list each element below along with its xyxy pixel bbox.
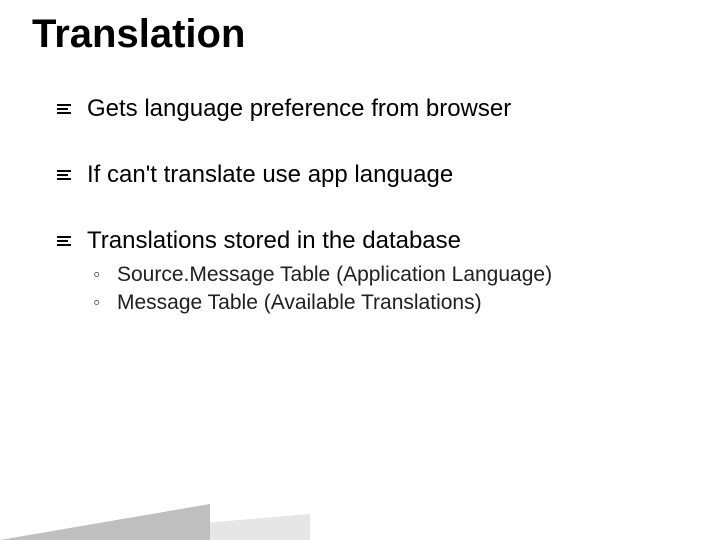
bullet-text: Translations stored in the database: [87, 227, 461, 254]
decor-wedge-dark: [0, 504, 210, 540]
bullet-item: If can't translate use app language: [55, 161, 665, 189]
sub-list: Source.Message Table (Application Langua…: [87, 261, 665, 317]
bullet-item: Gets language preference from browser: [55, 95, 665, 123]
sub-bullet-text: Source.Message Table (Application Langua…: [117, 263, 552, 286]
sub-bullet-item: Message Table (Available Translations): [87, 289, 665, 317]
bullet-text: Gets language preference from browser: [87, 95, 511, 122]
slide-title: Translation: [32, 12, 245, 57]
sub-bullet-text: Message Table (Available Translations): [117, 291, 482, 314]
bullet-text: If can't translate use app language: [87, 161, 453, 188]
sub-bullet-item: Source.Message Table (Application Langua…: [87, 261, 665, 289]
bullet-item: Translations stored in the database Sour…: [55, 227, 665, 317]
slide-body: Gets language preference from browser If…: [55, 95, 665, 321]
